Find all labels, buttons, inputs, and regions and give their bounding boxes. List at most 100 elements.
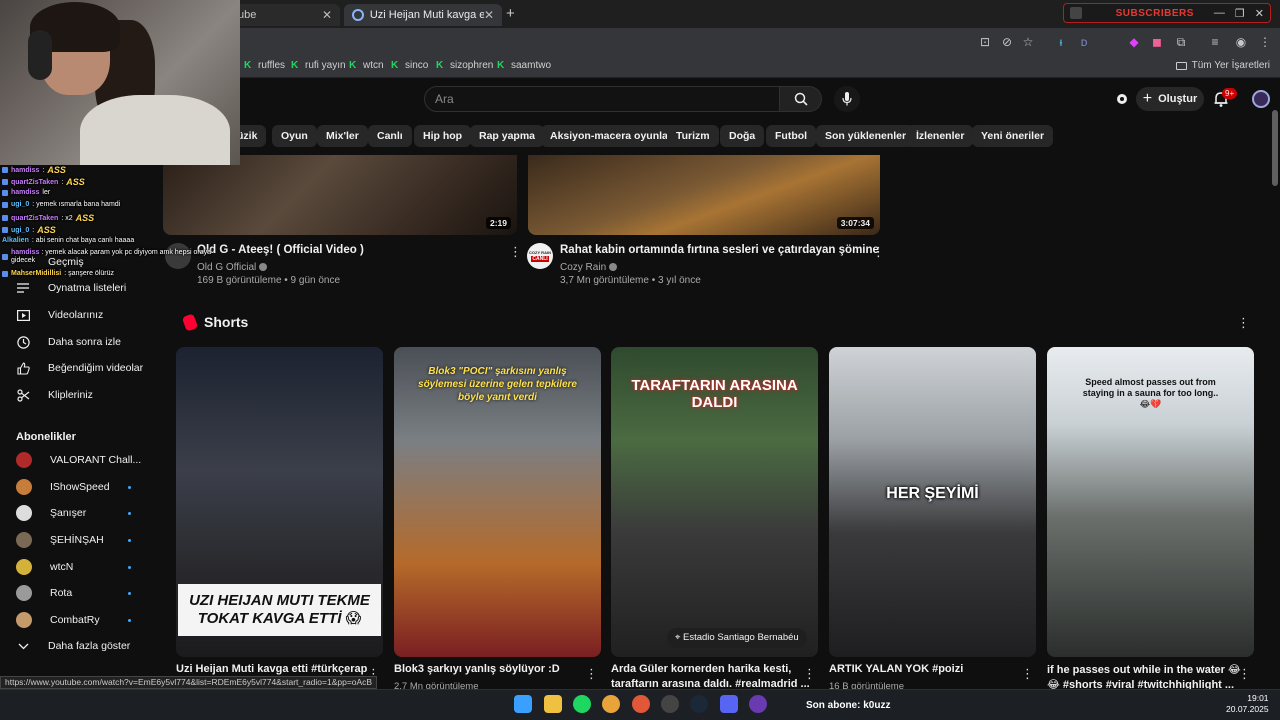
category-chip[interactable]: Canlı <box>368 125 412 147</box>
extensions-puzzle-icon[interactable]: ⧉ <box>1174 35 1188 49</box>
short-title[interactable]: Arda Güler kornerden harika kesti, <box>611 663 791 675</box>
search-input[interactable]: Ara <box>424 86 780 112</box>
close-window-icon[interactable]: ✕ <box>1255 7 1264 20</box>
shelf-more-icon[interactable]: ⋮ <box>1237 316 1250 330</box>
bookmark-item[interactable]: Ksaamtwo <box>497 60 551 71</box>
app-icon[interactable] <box>749 695 767 713</box>
short-title[interactable]: Blok3 şarkıyı yanlış söylüyor :D <box>394 663 560 675</box>
category-chip[interactable]: Rap yapma <box>470 125 545 147</box>
short-title[interactable]: if he passes out while in the water 😂 <box>1047 663 1241 676</box>
system-clock[interactable]: 19:01 20.07.2025 <box>1226 693 1269 715</box>
extension-icon[interactable]: ◆ <box>1127 35 1141 49</box>
close-tab-icon[interactable]: ✕ <box>322 8 332 22</box>
extension-icon[interactable]: ᴅ <box>1077 35 1091 49</box>
sidebar-subscription-ishowspeed[interactable]: IShowSpeed <box>16 477 110 497</box>
channel-name[interactable]: Cozy Rain <box>560 262 618 273</box>
sidebar-item-playlists[interactable]: Oynatma listeleri <box>16 278 126 298</box>
bookmark-item[interactable]: Krufi yayın <box>291 60 346 71</box>
bookmark-item[interactable]: Ksizophren <box>436 60 493 71</box>
chrome-menu-icon[interactable]: ⋮ <box>1258 35 1272 49</box>
page-scrollbar[interactable] <box>1272 110 1278 186</box>
sidebar-subscription-saniser[interactable]: Şanışer <box>16 503 86 523</box>
profile-icon[interactable]: ◉ <box>1234 35 1248 49</box>
sidebar-subscription-valorant[interactable]: VALORANT Chall... <box>16 450 141 470</box>
sidebar-show-more[interactable]: Daha fazla göster <box>16 636 130 656</box>
windows-start-icon[interactable] <box>514 695 532 713</box>
extension-icon[interactable]: ᵼ <box>1054 35 1068 49</box>
hide-icon[interactable]: ⊘ <box>1000 35 1014 49</box>
yt-create-gear-icon[interactable] <box>1114 91 1130 107</box>
category-chip[interactable]: İzlenenler <box>907 125 974 147</box>
chat-badge-icon <box>2 270 8 277</box>
more-actions-icon[interactable]: ⋮ <box>803 667 816 681</box>
minimize-icon[interactable]: — <box>1214 7 1225 19</box>
video-meta: 169 B görüntüleme • 9 gün önce <box>197 275 341 286</box>
sidebar-subscription-wtcn[interactable]: wtcN <box>16 557 73 577</box>
create-button[interactable]: + Oluştur <box>1136 87 1204 111</box>
short-title[interactable]: ARTIK YALAN YOK #poizi <box>829 663 963 675</box>
chat-message: hamdiss ler <box>2 189 50 196</box>
category-chip[interactable]: Hip hop <box>414 125 472 147</box>
kick-icon: K <box>436 59 444 71</box>
voice-search-button[interactable] <box>834 86 860 112</box>
chat-badge-icon <box>2 179 8 185</box>
short-thumbnail[interactable]: Speed almost passes out from staying in … <box>1047 347 1254 657</box>
discord-icon[interactable] <box>720 695 738 713</box>
all-bookmarks-button[interactable]: Tüm Yer İşaretleri <box>1175 60 1270 71</box>
chat-message: ugi_0: ASS <box>2 225 56 235</box>
sidebar-subscription-combatry[interactable]: CombatRy <box>16 610 100 630</box>
category-chip[interactable]: Yeni öneriler <box>972 125 1054 147</box>
short-thumbnail[interactable]: UZI HEIJAN MUTI TEKME TOKAT KAVGA ETTİ 😱 <box>176 347 383 657</box>
search-button[interactable] <box>780 86 822 112</box>
bookmark-item[interactable]: Kruffles <box>244 60 285 71</box>
chrome-icon[interactable] <box>602 695 620 713</box>
bookmark-item[interactable]: Ksinco <box>391 60 428 71</box>
sidebar-subscription-sehinsah[interactable]: ŞEHİNŞAH <box>16 530 104 550</box>
sidebar-item-your-videos[interactable]: Videolarınız <box>16 305 103 325</box>
category-chip[interactable]: Mix'ler <box>317 125 368 147</box>
more-actions-icon[interactable]: ⋮ <box>585 667 598 681</box>
status-url-tooltip: https://www.youtube.com/watch?v=EmE6y5vl… <box>0 676 378 689</box>
category-chip[interactable]: Oyun <box>272 125 317 147</box>
category-chip[interactable]: Doğa <box>720 125 765 147</box>
chrome-profile-icon[interactable] <box>632 695 650 713</box>
obs-icon[interactable] <box>661 695 679 713</box>
more-actions-icon[interactable]: ⋮ <box>509 245 522 259</box>
reading-list-icon[interactable]: ≡ <box>1208 35 1222 49</box>
short-thumbnail[interactable]: HER ŞEYİMİ <box>829 347 1036 657</box>
short-title[interactable]: Uzi Heijan Muti kavga etti #türkçerap <box>176 663 367 675</box>
short-thumbnail[interactable]: TARAFTARIN ARASINA DALDI ⌖ Estadio Santi… <box>611 347 818 657</box>
category-chip[interactable]: Futbol <box>766 125 817 147</box>
category-chip[interactable]: Son yüklenenler <box>816 125 916 147</box>
webcam-figure <box>80 95 230 165</box>
video-thumbnail[interactable]: 3:07:34 <box>528 155 880 235</box>
video-thumbnail[interactable]: 2:19 <box>163 155 517 235</box>
more-actions-icon[interactable]: ⋮ <box>1238 667 1251 681</box>
bookmark-item[interactable]: Kwtcn <box>349 60 384 71</box>
maximize-icon[interactable]: ❐ <box>1235 7 1245 20</box>
category-chip[interactable]: Turizm <box>667 125 719 147</box>
bookmark-star-icon[interactable]: ☆ <box>1021 35 1035 49</box>
sidebar-subscription-rota[interactable]: Rota <box>16 583 72 603</box>
spotify-icon[interactable] <box>573 695 591 713</box>
sidebar-item-liked-videos[interactable]: Beğendiğim videolar <box>16 358 143 378</box>
more-actions-icon[interactable]: ⋮ <box>1021 667 1034 681</box>
sidebar-item-watch-later[interactable]: Daha sonra izle <box>16 332 121 352</box>
file-explorer-icon[interactable] <box>544 695 562 713</box>
install-app-icon[interactable]: ⊡ <box>978 35 992 49</box>
more-actions-icon[interactable]: ⋮ <box>872 245 885 259</box>
account-avatar[interactable] <box>1252 90 1270 108</box>
channel-avatar[interactable]: COZY RAIN CANLI <box>527 243 553 269</box>
sidebar-item-clips[interactable]: Klipleriniz <box>16 385 93 405</box>
close-tab-icon[interactable]: ✕ <box>484 8 494 22</box>
new-tab-button[interactable]: + <box>506 5 515 22</box>
browser-tab-active[interactable]: Uzi Heijan Muti kavga etti #türk ✕ <box>344 4 502 26</box>
steam-icon[interactable] <box>690 695 708 713</box>
extension-icon[interactable]: ◼ <box>1150 35 1164 49</box>
category-chip[interactable]: Aksiyon-macera oyunları <box>541 125 684 147</box>
short-thumbnail[interactable]: Blok3 "POCI" şarkısını yanlış söylemesi … <box>394 347 601 657</box>
browser-tab[interactable]: ube ✕ <box>230 4 340 26</box>
video-title[interactable]: Rahat kabin ortamında fırtına sesleri ve… <box>560 244 879 256</box>
location-chip[interactable]: ⌖ Estadio Santiago Bernabéu <box>667 628 807 648</box>
tab-favicon-icon <box>352 9 364 21</box>
